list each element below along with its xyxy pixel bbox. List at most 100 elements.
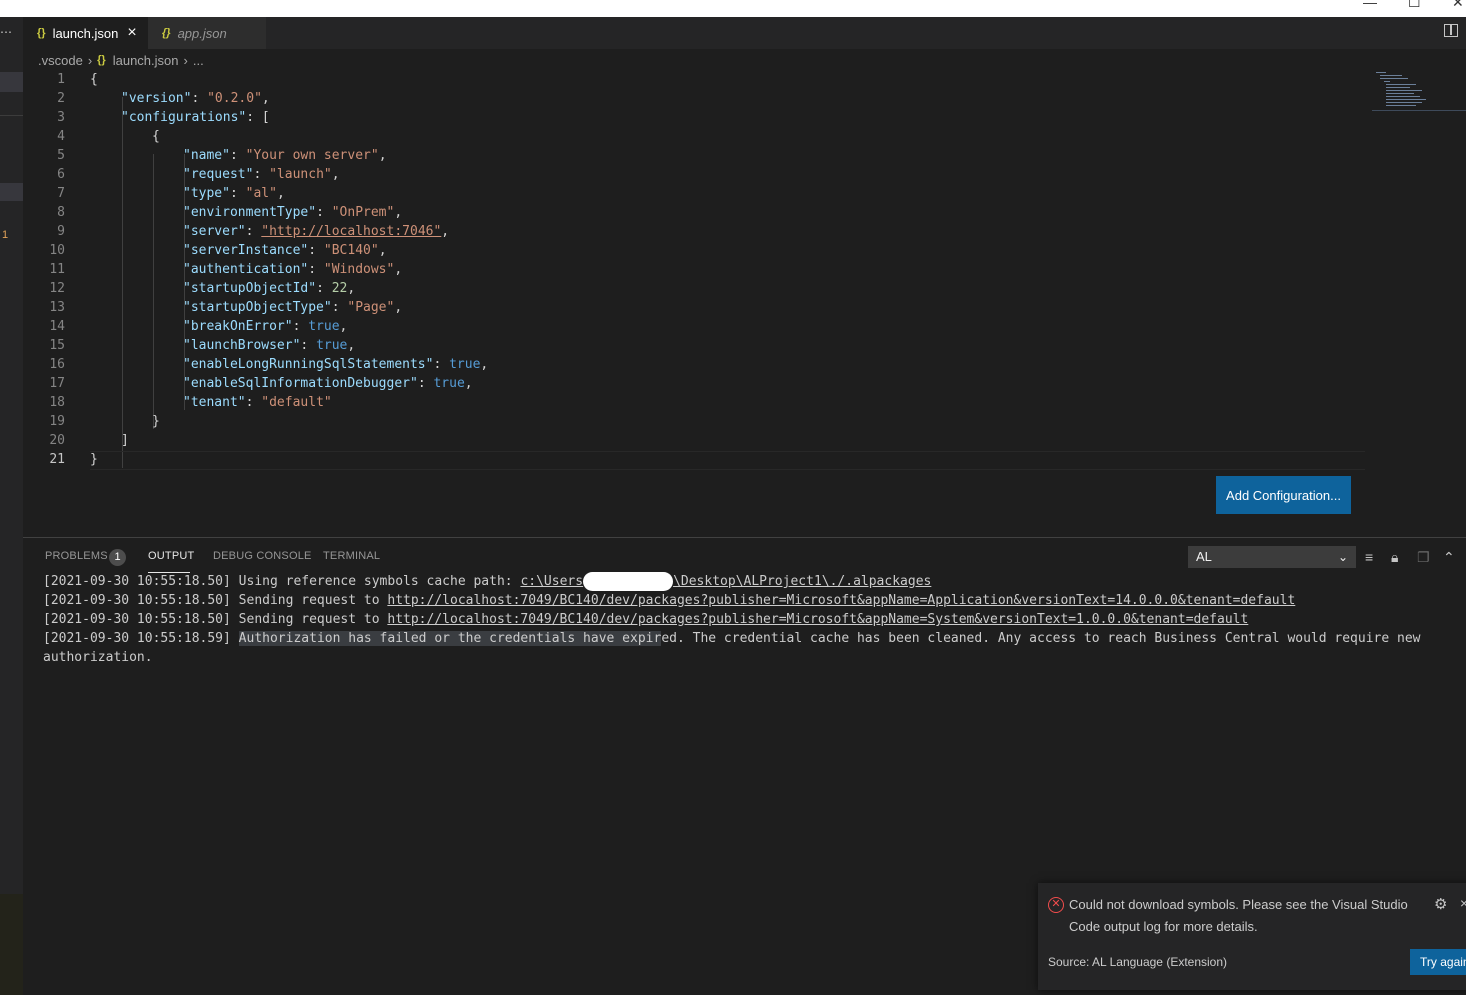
json-key: "tenant" xyxy=(183,395,246,410)
json-key: "launchBrowser" xyxy=(183,338,301,353)
code-line[interactable]: 15 "launchBrowser": true, xyxy=(23,336,1366,355)
code-text: "authentication": "Windows", xyxy=(183,262,402,277)
code-line[interactable]: 3 "configurations": [ xyxy=(23,108,1366,127)
code-line[interactable]: 5 "name": "Your own server", xyxy=(23,146,1366,165)
json-key: "name" xyxy=(183,148,230,163)
code-line[interactable]: 9 "server": "http://localhost:7046", xyxy=(23,222,1366,241)
json-file-icon: {} xyxy=(162,27,171,39)
code-text: "enableLongRunningSqlStatements": true, xyxy=(183,357,488,372)
code-editor[interactable]: 1{2 "version": "0.2.0", 3 "configurations":… xyxy=(23,70,1366,470)
cache-path-link-rest[interactable]: \Desktop\ALProject1\./.alpackages xyxy=(673,574,931,589)
add-configuration-button[interactable]: Add Configuration... xyxy=(1216,476,1351,514)
notification-message: Could not download symbols. Please see t… xyxy=(1069,897,1408,934)
tab-label: app.json xyxy=(177,25,227,41)
chevron-right-icon: › xyxy=(183,52,188,68)
line-number: 15 xyxy=(49,338,65,353)
json-punctuation: : xyxy=(308,262,324,277)
selected-text: Authorization has failed or the credenti… xyxy=(238,631,662,646)
json-value: "default" xyxy=(261,395,332,410)
breadcrumb-more[interactable]: ... xyxy=(193,53,204,68)
gear-icon[interactable]: ⚙ xyxy=(1434,895,1447,913)
json-punctuation: { xyxy=(90,72,98,87)
json-value: 22 xyxy=(331,281,348,296)
code-line[interactable]: 19} xyxy=(23,412,1366,431)
json-key: "version" xyxy=(121,91,192,106)
line-number: 11 xyxy=(49,262,65,277)
code-line[interactable]: 20] xyxy=(23,431,1366,450)
editor-tab-bar: {} launch.json × {} app.json xyxy=(23,17,1466,49)
code-line[interactable]: 17 "enableSqlInformationDebugger": true, xyxy=(23,374,1366,393)
open-log-icon[interactable]: ❐ xyxy=(1417,549,1430,566)
json-key: "startupObjectId" xyxy=(183,281,317,296)
json-punctuation: : xyxy=(229,148,246,163)
json-key: "serverInstance" xyxy=(183,243,309,258)
tab-terminal[interactable]: TERMINAL xyxy=(323,550,380,562)
tab-launch-json[interactable]: {} launch.json × xyxy=(23,17,148,49)
json-punctuation: , xyxy=(480,357,489,372)
code-text: "type": "al", xyxy=(183,186,285,201)
output-channel-value: AL xyxy=(1196,549,1212,564)
minimap[interactable] xyxy=(1372,70,1466,115)
code-text: { xyxy=(90,72,98,87)
json-punctuation: : xyxy=(316,281,332,296)
breadcrumb-folder[interactable]: .vscode xyxy=(38,53,83,68)
code-line[interactable]: 4{ xyxy=(23,127,1366,146)
code-line[interactable]: 6 "request": "launch", xyxy=(23,165,1366,184)
maximize-icon[interactable]: ☐ xyxy=(1408,0,1421,9)
code-line[interactable]: 7 "type": "al", xyxy=(23,184,1366,203)
title-bar: — ☐ ✕ xyxy=(0,0,1466,17)
close-icon[interactable]: ✕ xyxy=(1452,0,1464,9)
code-line[interactable]: 14 "breakOnError": true, xyxy=(23,317,1366,336)
json-file-icon: {} xyxy=(97,54,106,66)
more-actions-icon[interactable]: ⋯ xyxy=(0,25,12,39)
line-number: 21 xyxy=(49,452,65,467)
redacted-username xyxy=(583,572,674,591)
breadcrumb-file[interactable]: launch.json xyxy=(113,53,179,68)
json-key: "breakOnError" xyxy=(183,319,293,334)
code-text: "environmentType": "OnPrem", xyxy=(183,205,402,220)
code-line[interactable]: 2 "version": "0.2.0", xyxy=(23,89,1366,108)
code-line[interactable]: 18 "tenant": "default" xyxy=(23,393,1366,412)
line-number: 19 xyxy=(49,414,65,429)
tab-app-json[interactable]: {} app.json xyxy=(148,17,266,49)
output-channel-select[interactable]: AL ⌄ xyxy=(1188,546,1356,568)
close-icon[interactable]: × xyxy=(1460,895,1466,911)
sidebar-selected-file[interactable] xyxy=(0,183,23,201)
code-line[interactable]: 13 "startupObjectType": "Page", xyxy=(23,298,1366,317)
code-line[interactable]: 12 "startupObjectId": 22, xyxy=(23,279,1366,298)
code-line[interactable]: 10 "serverInstance": "BC140", xyxy=(23,241,1366,260)
request-url-link[interactable]: http://localhost:7049/BC140/dev/packages… xyxy=(387,593,1295,608)
request-url-link[interactable]: http://localhost:7049/BC140/dev/packages… xyxy=(387,612,1248,627)
code-line[interactable]: 8 "environmentType": "OnPrem", xyxy=(23,203,1366,222)
json-value: "al" xyxy=(245,186,277,201)
code-line[interactable]: 16 "enableLongRunningSqlStatements": true… xyxy=(23,355,1366,374)
code-text: "server": "http://localhost:7046", xyxy=(183,224,449,239)
tab-output[interactable]: OUTPUT xyxy=(148,550,194,562)
sidebar-selected-item[interactable] xyxy=(0,72,23,92)
code-line[interactable]: 1{ xyxy=(23,70,1366,89)
line-number: 12 xyxy=(49,281,65,296)
code-line[interactable]: 11 "authentication": "Windows", xyxy=(23,260,1366,279)
tab-debug-console[interactable]: DEBUG CONSOLE xyxy=(213,550,312,562)
cache-path-link[interactable]: c:\Users xyxy=(520,574,583,589)
close-tab-icon[interactable]: × xyxy=(127,24,136,42)
json-key: "startupObjectType" xyxy=(183,300,332,315)
code-text: "breakOnError": true, xyxy=(183,319,347,334)
split-editor-icon[interactable] xyxy=(1444,24,1458,37)
json-value: "Your own server" xyxy=(245,148,379,163)
code-text: ] xyxy=(121,433,129,448)
clear-output-icon[interactable]: ≡ xyxy=(1365,549,1373,565)
chevron-up-icon[interactable]: ⌃ xyxy=(1443,549,1455,566)
try-again-button[interactable]: Try again xyxy=(1410,949,1466,975)
json-punctuation: : xyxy=(433,357,450,372)
json-punctuation: , xyxy=(441,224,450,239)
tab-problems[interactable]: PROBLEMS xyxy=(45,550,108,562)
json-punctuation: { xyxy=(152,129,160,144)
lock-scroll-icon[interactable]: 🔒︎ xyxy=(1391,549,1398,566)
json-value: true xyxy=(308,319,340,334)
code-text: "request": "launch", xyxy=(183,167,340,182)
code-text: "version": "0.2.0", xyxy=(121,91,270,106)
log-line: [2021-09-30 10:55:18.59] Authorization h… xyxy=(43,631,1421,646)
json-punctuation: , xyxy=(378,243,387,258)
minimize-icon[interactable]: — xyxy=(1363,0,1377,9)
